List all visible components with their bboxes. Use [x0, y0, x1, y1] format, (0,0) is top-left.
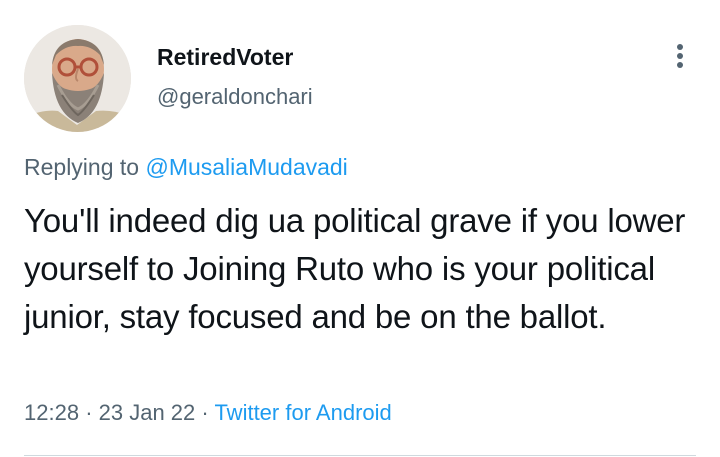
- reply-mention-link[interactable]: @MusaliaMudavadi: [145, 154, 347, 180]
- display-name[interactable]: RetiredVoter: [157, 44, 293, 71]
- tweet-text: You'll indeed dig ua political grave if …: [24, 202, 686, 335]
- replying-to: Replying to @MusaliaMudavadi: [24, 154, 348, 181]
- replying-to-label: Replying to: [24, 154, 140, 180]
- more-options-button[interactable]: [668, 40, 692, 72]
- more-vertical-icon-dot: [677, 53, 683, 59]
- tweet-meta: 12:28 · 23 Jan 22 · Twitter for Android: [24, 400, 392, 426]
- more-vertical-icon: [677, 44, 683, 50]
- meta-separator: ·: [201, 400, 209, 425]
- tweet-date[interactable]: 23 Jan 22: [99, 400, 196, 425]
- user-handle[interactable]: @geraldonchari: [157, 84, 313, 110]
- tweet-time[interactable]: 12:28: [24, 400, 79, 425]
- more-vertical-icon-dot: [677, 62, 683, 68]
- divider: [24, 455, 696, 456]
- avatar[interactable]: [24, 25, 131, 132]
- meta-separator: ·: [85, 400, 93, 425]
- tweet-source-link[interactable]: Twitter for Android: [214, 400, 391, 425]
- profile-photo-icon: [24, 25, 131, 132]
